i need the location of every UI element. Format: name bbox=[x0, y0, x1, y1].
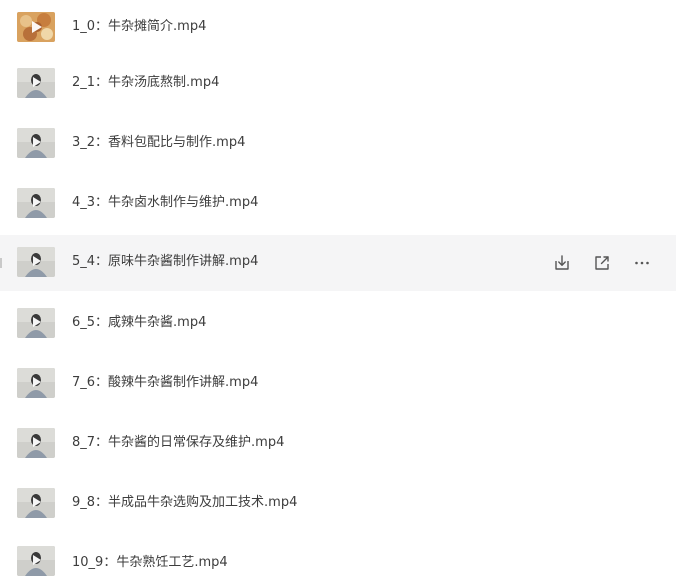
file-name[interactable]: 1_0：牛杂摊简介.mp4 bbox=[72, 18, 206, 36]
file-name[interactable]: 4_3：牛杂卤水制作与维护.mp4 bbox=[72, 194, 258, 212]
list-item-hovered[interactable]: 5_4：原味牛杂酱制作讲解.mp4 bbox=[0, 235, 676, 291]
list-item[interactable]: 1_0：牛杂摊简介.mp4 bbox=[0, 0, 676, 56]
person-thumbnail-icon bbox=[17, 546, 55, 576]
person-thumbnail-icon bbox=[17, 68, 55, 98]
list-item[interactable]: 8_7：牛杂酱的日常保存及维护.mp4 bbox=[0, 416, 676, 472]
file-name[interactable]: 2_1：牛杂汤底熬制.mp4 bbox=[72, 74, 219, 92]
video-thumbnail[interactable] bbox=[17, 488, 55, 518]
video-thumbnail[interactable] bbox=[17, 368, 55, 398]
more-button[interactable] bbox=[631, 252, 653, 274]
list-item[interactable]: 7_6：酸辣牛杂酱制作讲解.mp4 bbox=[0, 356, 676, 412]
person-thumbnail-icon bbox=[17, 308, 55, 338]
person-thumbnail-icon bbox=[17, 488, 55, 518]
video-thumbnail[interactable] bbox=[17, 68, 55, 98]
download-icon bbox=[555, 255, 569, 270]
file-name[interactable]: 10_9：牛杂熟饪工艺.mp4 bbox=[72, 554, 228, 572]
person-thumbnail-icon bbox=[17, 128, 55, 158]
list-item[interactable]: 10_9：牛杂熟饪工艺.mp4 bbox=[0, 530, 676, 586]
file-name[interactable]: 5_4：原味牛杂酱制作讲解.mp4 bbox=[72, 253, 258, 271]
download-button[interactable] bbox=[551, 252, 573, 274]
video-thumbnail[interactable] bbox=[17, 428, 55, 458]
row-marker bbox=[0, 258, 2, 268]
video-thumbnail[interactable] bbox=[17, 12, 55, 42]
more-icon bbox=[635, 261, 649, 265]
file-name[interactable]: 9_8：半成品牛杂选购及加工技术.mp4 bbox=[72, 494, 297, 512]
video-thumbnail[interactable] bbox=[17, 546, 55, 576]
list-item[interactable]: 9_8：半成品牛杂选购及加工技术.mp4 bbox=[0, 476, 676, 532]
share-button[interactable] bbox=[591, 252, 613, 274]
person-thumbnail-icon bbox=[17, 188, 55, 218]
video-thumbnail[interactable] bbox=[17, 128, 55, 158]
file-list: 1_0：牛杂摊简介.mp4 2_1：牛杂汤底熬制.mp4 3_2：香料包配比与制… bbox=[0, 0, 676, 586]
food-thumbnail-icon bbox=[17, 12, 55, 42]
list-item[interactable]: 2_1：牛杂汤底熬制.mp4 bbox=[0, 56, 676, 112]
video-thumbnail[interactable] bbox=[17, 188, 55, 218]
list-item[interactable]: 6_5：咸辣牛杂酱.mp4 bbox=[0, 296, 676, 352]
file-name[interactable]: 7_6：酸辣牛杂酱制作讲解.mp4 bbox=[72, 374, 258, 392]
video-thumbnail[interactable] bbox=[17, 308, 55, 338]
person-thumbnail-icon bbox=[17, 368, 55, 398]
person-thumbnail-icon bbox=[17, 247, 55, 277]
share-icon bbox=[595, 256, 609, 270]
person-thumbnail-icon bbox=[17, 428, 55, 458]
file-name[interactable]: 8_7：牛杂酱的日常保存及维护.mp4 bbox=[72, 434, 284, 452]
list-item[interactable]: 4_3：牛杂卤水制作与维护.mp4 bbox=[0, 176, 676, 232]
file-name[interactable]: 6_5：咸辣牛杂酱.mp4 bbox=[72, 314, 206, 332]
video-thumbnail[interactable] bbox=[17, 247, 55, 277]
file-name[interactable]: 3_2：香料包配比与制作.mp4 bbox=[72, 134, 245, 152]
list-item[interactable]: 3_2：香料包配比与制作.mp4 bbox=[0, 116, 676, 172]
